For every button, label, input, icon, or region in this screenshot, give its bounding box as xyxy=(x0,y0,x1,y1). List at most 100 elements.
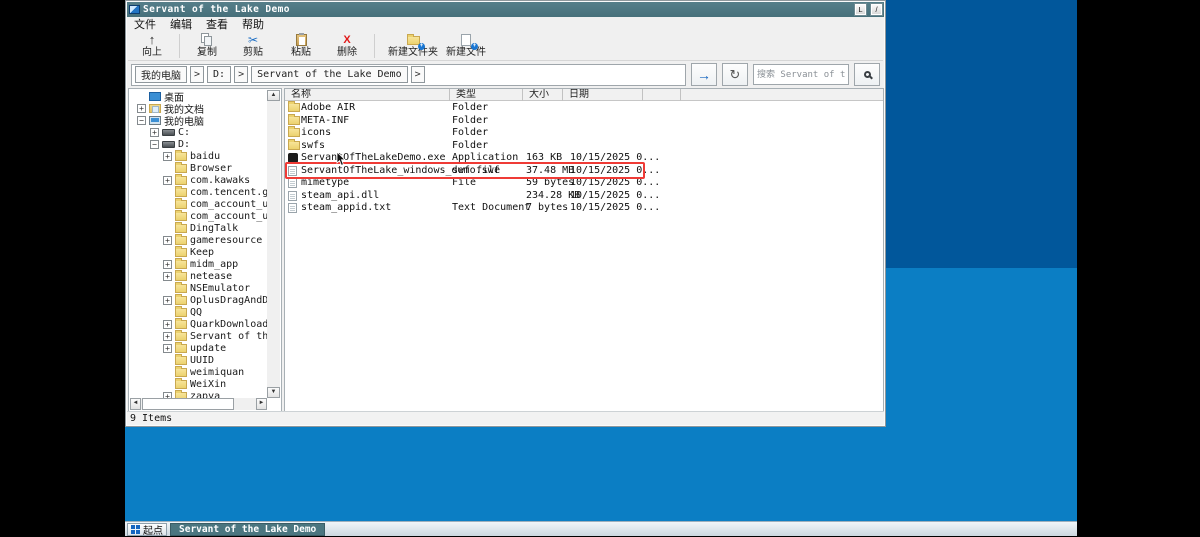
menu-edit[interactable]: 编辑 xyxy=(170,16,192,32)
delete-button[interactable]: X 删除 xyxy=(329,31,365,60)
taskbar-task-button[interactable]: Servant of the Lake Demo xyxy=(170,523,325,536)
start-button[interactable]: 起点 xyxy=(127,523,167,536)
tree-item[interactable]: WeiXin xyxy=(130,378,267,390)
expand-icon[interactable]: + xyxy=(163,152,172,161)
tree-horizontal-scrollbar[interactable]: ◄ ► xyxy=(130,398,267,410)
new-folder-button[interactable]: + 新建文件夹 xyxy=(384,31,442,60)
paste-button[interactable]: 粘贴 xyxy=(283,31,319,60)
column-header-type[interactable]: 类型 xyxy=(450,89,523,101)
file-name: mimetype xyxy=(301,177,349,190)
tree-item[interactable]: Keep xyxy=(130,246,267,258)
menu-view[interactable]: 查看 xyxy=(206,16,228,32)
scroll-up-icon[interactable]: ▲ xyxy=(267,90,280,101)
tree-item[interactable]: com_account_userce xyxy=(130,198,267,210)
refresh-icon: ↻ xyxy=(730,68,741,81)
tree-item[interactable]: com.tencent.game xyxy=(130,186,267,198)
tree-item[interactable]: +C: xyxy=(130,126,267,138)
breadcrumb-my-computer[interactable]: 我的电脑 xyxy=(135,66,187,83)
expand-icon[interactable]: + xyxy=(163,176,172,185)
tree-item[interactable]: weimiquan xyxy=(130,366,267,378)
desktop-icon xyxy=(149,92,161,101)
menu-help[interactable]: 帮助 xyxy=(242,16,264,32)
tree-item[interactable]: Browser xyxy=(130,162,267,174)
file-row[interactable]: swfsFolder xyxy=(285,140,883,153)
tree-item[interactable]: + OplusDragAndDrop xyxy=(130,294,267,306)
tree-item-label: Browser xyxy=(190,163,232,174)
breadcrumb-separator[interactable]: > xyxy=(411,66,425,83)
breadcrumb-current-folder[interactable]: Servant of the Lake Demo xyxy=(251,66,408,83)
collapse-icon[interactable]: − xyxy=(137,116,146,125)
breadcrumb: 我的电脑 > D: > Servant of the Lake Demo > xyxy=(131,64,686,86)
tree-item[interactable]: +midm_app xyxy=(130,258,267,270)
breadcrumb-separator[interactable]: > xyxy=(234,66,248,83)
expand-icon[interactable]: + xyxy=(137,104,146,113)
go-button[interactable]: → xyxy=(691,63,717,86)
collapse-icon[interactable]: − xyxy=(150,140,159,149)
new-file-button[interactable]: + 新建文件 xyxy=(442,31,490,60)
search-input[interactable] xyxy=(753,64,849,85)
file-date: 10/15/2025 0... xyxy=(570,202,660,215)
up-button[interactable]: ↑ 向上 xyxy=(134,31,170,60)
file-row[interactable]: mimetypeFile59 bytes10/15/2025 0... xyxy=(285,177,883,190)
tree-item[interactable]: +Servant of the Lak xyxy=(130,330,267,342)
folder-icon xyxy=(288,141,300,150)
menu-file[interactable]: 文件 xyxy=(134,16,156,32)
breadcrumb-separator[interactable]: > xyxy=(190,66,204,83)
tree-item[interactable]: −D: xyxy=(130,138,267,150)
tree-item-label: com_account_userce xyxy=(190,211,267,222)
expand-icon[interactable]: + xyxy=(163,272,172,281)
expand-icon[interactable]: + xyxy=(163,236,172,245)
minimize-button[interactable]: L xyxy=(855,4,866,15)
tree-item[interactable]: +com.kawaks xyxy=(130,174,267,186)
file-row[interactable]: Adobe AIRFolder xyxy=(285,102,883,115)
tree-vertical-scrollbar[interactable]: ▲ ▼ xyxy=(267,90,280,398)
toolbar-separator xyxy=(374,34,375,58)
tree-item-label: OplusDragAndDrop xyxy=(190,295,267,306)
scroll-left-icon[interactable]: ◄ xyxy=(130,398,141,410)
breadcrumb-drive-d[interactable]: D: xyxy=(207,66,231,83)
tree-item[interactable]: UUID xyxy=(130,354,267,366)
tree-item[interactable]: com_account_userce xyxy=(130,210,267,222)
cut-button[interactable]: ✂ 剪贴 xyxy=(235,31,271,60)
expand-icon[interactable]: + xyxy=(150,128,159,137)
tree-item[interactable]: +netease xyxy=(130,270,267,282)
file-row[interactable]: ServantOfTheLake_windows_demo.swfswf fil… xyxy=(285,165,883,178)
tree-item[interactable]: +zapya xyxy=(130,390,267,398)
tree-item[interactable]: +QuarkDownloads xyxy=(130,318,267,330)
expand-icon[interactable]: + xyxy=(163,296,172,305)
drive-icon xyxy=(162,129,175,136)
tree-item[interactable]: NSEmulator xyxy=(130,282,267,294)
tree-item[interactable]: +gameresource xyxy=(130,234,267,246)
title-bar[interactable]: Servant of the Lake Demo L / xyxy=(127,2,884,17)
toolbar: ↑ 向上 复制 ✂ 剪贴 粘贴 X 删除 + 新建文 xyxy=(128,31,883,61)
file-type: File xyxy=(452,177,476,190)
file-row[interactable]: META-INFFolder xyxy=(285,115,883,128)
scroll-right-icon[interactable]: ► xyxy=(256,398,267,410)
expand-icon[interactable]: + xyxy=(163,332,172,341)
file-icon xyxy=(288,166,297,176)
file-row[interactable]: steam_appid.txtText Document7 bytes10/15… xyxy=(285,202,883,215)
tree-item[interactable]: +update xyxy=(130,342,267,354)
column-header-name[interactable]: 名称 xyxy=(285,89,450,101)
scroll-down-icon[interactable]: ▼ xyxy=(267,387,280,398)
copy-button[interactable]: 复制 xyxy=(189,31,225,60)
tree-item[interactable]: DingTalk xyxy=(130,222,267,234)
folder-tree-panel: 桌面+我的文档−我的电脑+C:−D:+baiduBrowser+com.kawa… xyxy=(128,88,282,412)
refresh-button[interactable]: ↻ xyxy=(722,63,748,86)
expand-icon[interactable]: + xyxy=(163,344,172,353)
tree-item[interactable]: QQ xyxy=(130,306,267,318)
column-header-date[interactable]: 日期 xyxy=(563,89,643,101)
scrollbar-thumb[interactable] xyxy=(142,398,234,410)
expand-icon[interactable]: + xyxy=(163,260,172,269)
toolbar-separator xyxy=(179,34,180,58)
tree-item[interactable]: +baidu xyxy=(130,150,267,162)
close-button[interactable]: / xyxy=(871,4,882,15)
file-row[interactable]: iconsFolder xyxy=(285,127,883,140)
tree-item[interactable]: −我的电脑 xyxy=(130,114,267,126)
column-header-empty[interactable] xyxy=(643,89,681,101)
expand-icon[interactable]: + xyxy=(163,320,172,329)
search-button[interactable] xyxy=(854,63,880,86)
file-row[interactable]: ServantOfTheLakeDemo.exeApplication163 K… xyxy=(285,152,883,165)
file-row[interactable]: steam_api.dll234.28 KB10/15/2025 0... xyxy=(285,190,883,203)
column-header-size[interactable]: 大小 xyxy=(523,89,563,101)
